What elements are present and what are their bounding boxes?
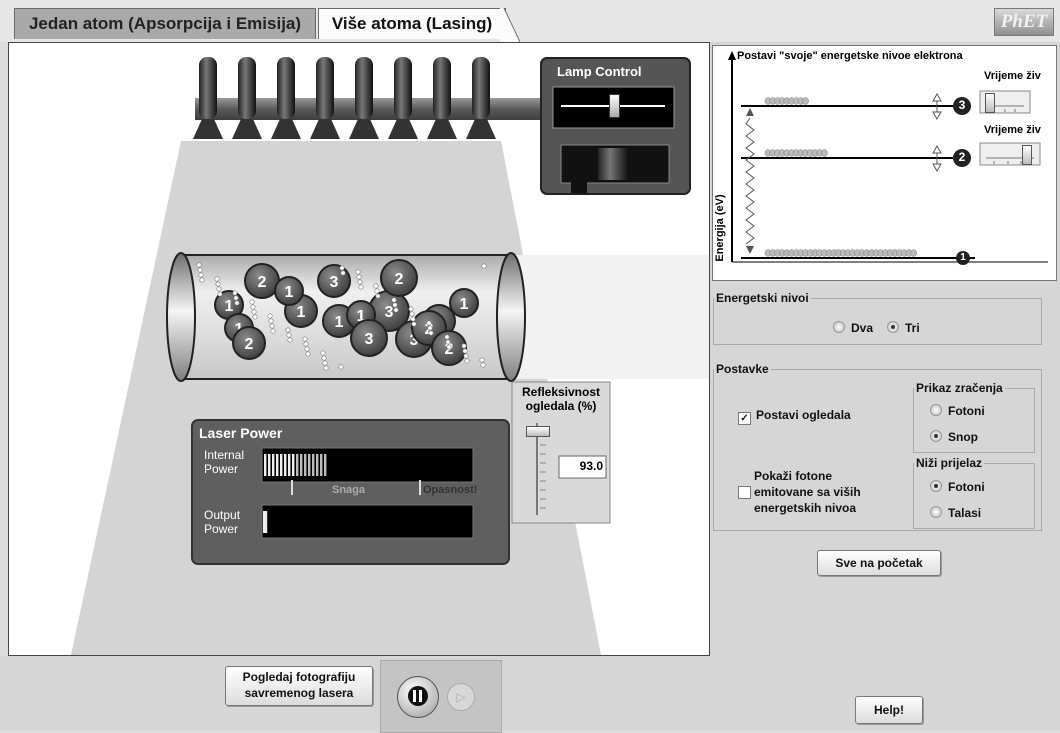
reflectivity-value-field[interactable]: 93.0 xyxy=(559,459,603,473)
help-button[interactable]: Help! xyxy=(855,696,923,724)
atom: 3 xyxy=(317,264,351,298)
mirrors-checkbox[interactable]: ✓ Postavi ogledala xyxy=(738,408,851,425)
radio-icon xyxy=(833,321,845,333)
radiation-legend: Prikaz zračenja xyxy=(916,381,1003,395)
level-3-label: 3 xyxy=(958,98,966,112)
radio-lower-photons[interactable]: Fotoni xyxy=(930,480,985,494)
snaga-label: Snaga xyxy=(332,484,366,496)
energy-axis-label: Energija (eV) xyxy=(714,194,726,262)
view-laser-photo-button[interactable]: Pogledaj fotografiju savremenog lasera xyxy=(225,666,373,706)
reset-all-button[interactable]: Sve na početak xyxy=(817,550,941,576)
simulation-area: 21113321111332212 Lamp Control Laser Pow… xyxy=(8,42,710,656)
checkbox-icon xyxy=(738,486,751,499)
radio-two-levels[interactable]: Dva xyxy=(833,321,873,335)
energy-levels-group: Energetski nivoi xyxy=(713,291,1042,345)
level-1-label: 1 xyxy=(960,252,966,263)
atom-label: 1 xyxy=(225,298,234,315)
atom-label: 3 xyxy=(385,304,394,321)
output-power-label: Output Power xyxy=(204,508,241,536)
settings-legend: Postavke xyxy=(716,362,769,376)
danger-label: Opasnost! xyxy=(423,484,478,496)
lifetime-label-level-3: Vrijeme živ xyxy=(984,70,1041,82)
energy-levels-legend: Energetski nivoi xyxy=(716,291,809,305)
atom-label: 2 xyxy=(258,274,267,291)
tab-bar: Jedan atom (Apsorpcija i Emisija) Više a… xyxy=(0,0,1060,42)
tab-single-atom[interactable]: Jedan atom (Apsorpcija i Emisija) xyxy=(14,8,316,39)
atom: 2 xyxy=(244,263,280,299)
atom-label: 3 xyxy=(365,331,374,348)
internal-power-label: Internal Power xyxy=(204,448,245,476)
energy-diagram-title: Postavi "svoje" energetske nivoe elektro… xyxy=(737,50,963,62)
show-photons-checkbox[interactable]: Pokaži fotone emitovane sa viših energetsk… xyxy=(738,468,861,516)
atom-label: 2 xyxy=(395,271,404,288)
output-power-fill xyxy=(263,511,268,533)
radio-lower-waves[interactable]: Talasi xyxy=(930,506,981,520)
radio-icon xyxy=(930,506,942,518)
radio-three-levels[interactable]: Tri xyxy=(887,321,920,335)
radio-icon xyxy=(930,404,942,416)
lamp-intensity-slider[interactable] xyxy=(609,94,620,118)
atom-label: 1 xyxy=(460,296,469,313)
lifetime-label-level-2: Vrijeme živ xyxy=(984,124,1041,136)
atom: 2 xyxy=(232,326,266,360)
radio-radiation-beam[interactable]: Snop xyxy=(930,430,978,444)
lower-transition-legend: Niži prijelaz xyxy=(916,456,983,470)
lamp-control-title: Lamp Control xyxy=(557,64,642,79)
atom-label: 1 xyxy=(285,284,294,301)
radio-radiation-photons[interactable]: Fotoni xyxy=(930,404,985,418)
lifetime-slider-level-3[interactable] xyxy=(984,93,995,113)
atom-label: 2 xyxy=(245,336,254,353)
radio-icon xyxy=(930,480,942,492)
radio-icon xyxy=(887,321,899,333)
atom: 3 xyxy=(350,319,388,357)
phet-logo[interactable]: PhET xyxy=(994,8,1054,36)
playback-controls: ▷ xyxy=(380,660,502,733)
tab-multiple-atoms[interactable]: Više atoma (Lasing) xyxy=(318,8,506,39)
checkbox-icon: ✓ xyxy=(738,412,751,425)
atom-label: 3 xyxy=(330,274,339,291)
atom: 1 xyxy=(449,288,479,318)
laser-power-title: Laser Power xyxy=(199,425,283,441)
right-mirror xyxy=(496,252,526,382)
tab-corner xyxy=(500,8,520,42)
atom: 1 xyxy=(274,276,304,306)
energy-level-diagram: Postavi "svoje" energetske nivoe elektro… xyxy=(712,45,1057,281)
level-2-label: 2 xyxy=(958,150,966,164)
atom-label: 1 xyxy=(335,314,344,331)
atom-label: 1 xyxy=(297,304,306,321)
simulation-canvas: 21113321111332212 xyxy=(71,57,709,655)
radio-icon xyxy=(930,430,942,442)
output-power-bar xyxy=(261,504,474,539)
pause-button[interactable] xyxy=(397,676,439,718)
reflectivity-slider[interactable] xyxy=(526,426,550,437)
lifetime-slider-level-2[interactable] xyxy=(1022,145,1033,165)
atom: 2 xyxy=(380,259,418,297)
left-mirror xyxy=(166,252,196,382)
reflectivity-title: Refleksivnost ogledala (%) xyxy=(521,385,601,413)
step-icon[interactable]: ▷ xyxy=(447,683,475,711)
